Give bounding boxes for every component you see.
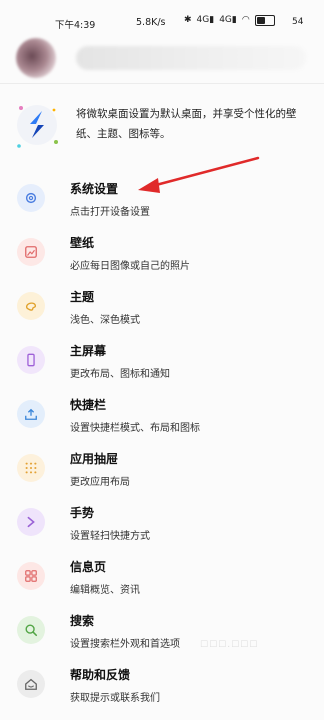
account-name-blurred [76,46,306,70]
network-speed: 5.8K/s [136,17,166,28]
settings-item-subtitle: 点击打开设备设置 [70,207,150,218]
phone-icon [17,346,45,374]
settings-item-subtitle: 更改应用布局 [70,477,130,488]
palette-icon [17,292,45,320]
signal-2-icon: 4G▮ [219,15,237,25]
wifi-icon: ◠ [241,15,250,25]
settings-item-title: 系统设置 [70,182,119,196]
settings-item-subtitle: 浅色、深色模式 [70,315,140,326]
avatar[interactable] [16,38,56,78]
settings-item-5[interactable]: 应用抽屉更改应用布局 [0,444,324,498]
divider [0,83,324,84]
settings-item-subtitle: 编辑概览、资讯 [70,585,140,596]
settings-item-title: 主题 [70,290,95,304]
grid-icon [17,454,45,482]
settings-item-7[interactable]: 信息页编辑概览、资讯 [0,552,324,606]
settings-item-8[interactable]: 搜索设置搜索栏外观和首选项 [0,606,324,660]
settings-item-title: 搜索 [70,614,95,628]
gesture-icon [17,508,45,536]
settings-item-subtitle: 设置轻扫快捷方式 [70,531,150,542]
settings-item-subtitle: 获取提示或联系我们 [70,693,160,704]
account-header[interactable] [16,38,306,78]
image-icon [17,238,45,266]
settings-item-title: 手势 [70,506,95,520]
settings-item-subtitle: 更改布局、图标和通知 [70,369,170,380]
default-launcher-promo[interactable]: 将微软桌面设置为默认桌面，并享受个性化的壁纸、主题、图标等。 [0,92,324,162]
battery-icon [254,14,275,26]
settings-item-title: 应用抽屉 [70,452,119,466]
search-icon [17,616,45,644]
settings-item-title: 快捷栏 [70,398,107,412]
settings-item-subtitle: 设置搜索栏外观和首选项 [70,639,180,650]
gear-icon [17,184,45,212]
dock-icon [17,400,45,428]
settings-item-title: 帮助和反馈 [70,668,131,682]
promo-text: 将微软桌面设置为默认桌面，并享受个性化的壁纸、主题、图标等。 [76,108,297,140]
settings-item-title: 壁纸 [70,236,95,250]
status-time: 下午4:39 [55,20,96,31]
watermark: ☐☐☐.☐☐☐ [200,640,259,650]
settings-item-title: 主屏幕 [70,344,107,358]
feed-icon [17,562,45,590]
signal-1-icon: 4G▮ [196,15,215,25]
settings-item-subtitle: 设置快捷栏模式、布局和图标 [70,423,200,434]
settings-item-title: 信息页 [70,560,107,574]
settings-item-9[interactable]: 帮助和反馈获取提示或联系我们 [0,660,324,714]
settings-item-2[interactable]: 主题 浅色、深色模式 [0,282,324,336]
settings-item-3[interactable]: 主屏幕更改布局、图标和通知 [0,336,324,390]
settings-item-6[interactable]: 手势设置轻扫快捷方式 [0,498,324,552]
settings-item-subtitle: 必应每日图像或自己的照片 [70,261,190,272]
settings-item-1[interactable]: 壁纸必应每日图像或自己的照片 [0,228,324,282]
settings-item-4[interactable]: 快捷栏设置快捷栏模式、布局和图标 [0,390,324,444]
bluetooth-icon: ✱ [184,15,192,25]
status-icons: ✱ 4G▮ 4G▮ ◠ [184,14,275,26]
launcher-logo-icon [17,105,58,148]
battery-level: 54 [292,17,304,27]
help-icon [17,670,45,698]
settings-item-0[interactable]: 系统设置点击打开设备设置 [0,174,324,228]
